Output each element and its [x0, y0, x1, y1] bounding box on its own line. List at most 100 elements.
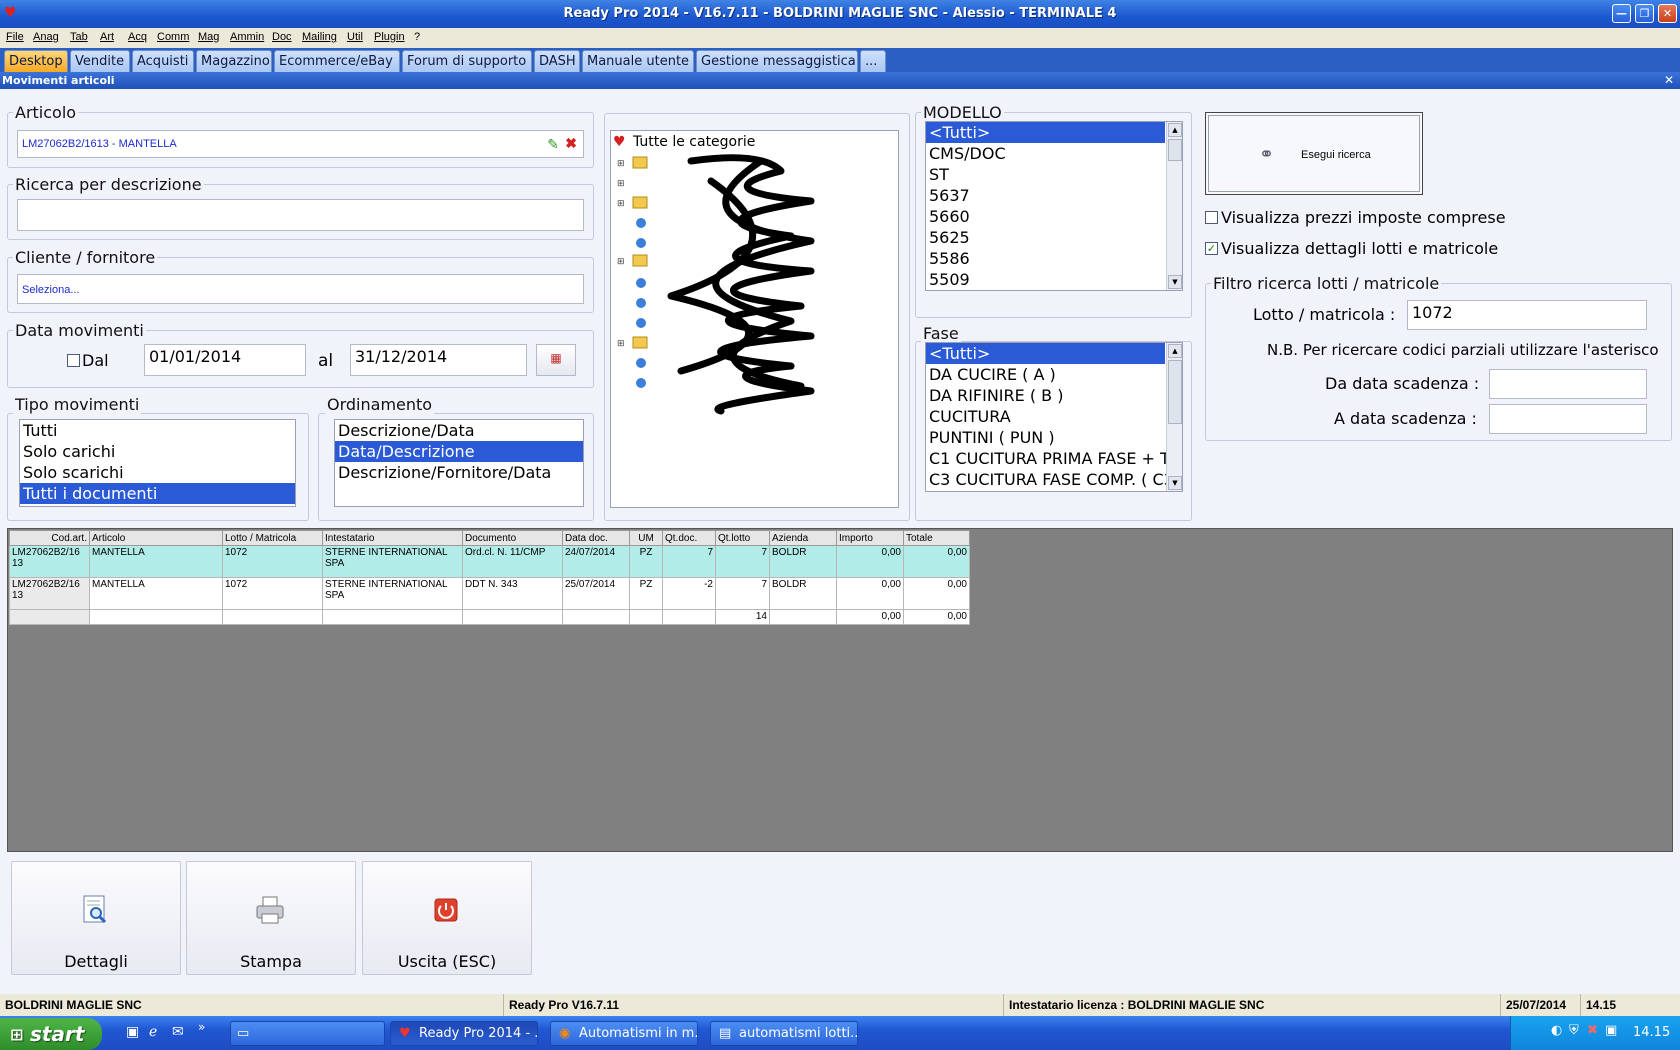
- esegui-ricerca-button[interactable]: ⚭ Esegui ricerca: [1205, 112, 1423, 195]
- tray-network-icon[interactable]: ◐: [1551, 1023, 1562, 1038]
- list-item[interactable]: <Tutti>: [926, 343, 1165, 364]
- scroll-up-icon[interactable]: ▲: [1168, 123, 1182, 137]
- list-item[interactable]: Solo scarichi: [20, 462, 295, 483]
- uscita-button[interactable]: Uscita (ESC): [362, 861, 532, 975]
- restore-button[interactable]: ❐: [1635, 4, 1654, 23]
- tab-more[interactable]: ...: [860, 50, 886, 72]
- modello-list[interactable]: <Tutti> CMS/DOC ST 5637 5660 5625 5586 5…: [925, 121, 1183, 291]
- lotto-input[interactable]: 1072: [1407, 300, 1647, 330]
- scroll-thumb[interactable]: [1168, 360, 1182, 424]
- list-item[interactable]: 5625: [926, 227, 1182, 248]
- menu-doc[interactable]: Doc: [272, 31, 292, 43]
- tab-messaggistica[interactable]: Gestione messaggistica: [696, 50, 858, 72]
- menu-mailing[interactable]: Mailing: [302, 31, 337, 43]
- stampa-button[interactable]: Stampa: [186, 861, 356, 975]
- table-row[interactable]: LM27062B2/16 13 MANTELLA 1072 STERNE INT…: [9, 577, 970, 610]
- menu-acq[interactable]: Acq: [128, 31, 147, 43]
- col-cod-art[interactable]: Cod.art.: [9, 530, 90, 546]
- ricerca-descrizione-input[interactable]: [17, 199, 584, 231]
- col-qt-lotto[interactable]: Qt.lotto: [715, 530, 770, 546]
- a-scadenza-input[interactable]: [1489, 404, 1647, 434]
- menu-ammin[interactable]: Ammin: [230, 31, 264, 43]
- list-item[interactable]: C3 CUCITURA FASE COMP. ( C3: [926, 469, 1182, 490]
- tab-vendite[interactable]: Vendite: [70, 50, 130, 72]
- da-scadenza-input[interactable]: [1489, 369, 1647, 399]
- tray-security-icon[interactable]: ⛨: [1569, 1023, 1579, 1038]
- outlook-icon[interactable]: ✉: [172, 1024, 184, 1040]
- panel-close-icon[interactable]: ✕: [1664, 73, 1674, 87]
- minimize-button[interactable]: —: [1612, 4, 1631, 23]
- col-importo[interactable]: Importo: [836, 530, 904, 546]
- task-word[interactable]: ▤ automatismi lotti....: [710, 1021, 858, 1046]
- list-item[interactable]: Data/Descrizione: [335, 441, 583, 462]
- col-articolo[interactable]: Articolo: [89, 530, 223, 546]
- col-data-doc[interactable]: Data doc.: [562, 530, 630, 546]
- task-firefox[interactable]: ◉ Automatismi in m...: [550, 1021, 698, 1046]
- tray-alert-icon[interactable]: ✖: [1587, 1023, 1598, 1038]
- task-readypro[interactable]: ♥ Ready Pro 2014 - ...: [390, 1021, 538, 1046]
- list-item[interactable]: CUCITURA: [926, 406, 1182, 427]
- date-to-input[interactable]: 31/12/2014: [350, 344, 527, 376]
- list-item[interactable]: 5660: [926, 206, 1182, 227]
- table-row[interactable]: LM27062B2/16 13 MANTELLA 1072 STERNE INT…: [9, 545, 970, 578]
- ordinamento-list[interactable]: Descrizione/Data Data/Descrizione Descri…: [334, 419, 584, 507]
- clear-icon[interactable]: ✖: [565, 135, 577, 152]
- list-item[interactable]: Tutti: [20, 420, 295, 441]
- list-item[interactable]: Solo carichi: [20, 441, 295, 462]
- col-documento[interactable]: Documento: [462, 530, 563, 546]
- close-button[interactable]: ✕: [1658, 4, 1677, 23]
- tray-monitor-icon[interactable]: ▣: [1605, 1023, 1617, 1038]
- cliente-field[interactable]: Seleziona...: [17, 274, 584, 304]
- scroll-up-icon[interactable]: ▲: [1168, 344, 1182, 358]
- list-item[interactable]: 5637: [926, 185, 1182, 206]
- quicklaunch-more-icon[interactable]: »: [198, 1020, 205, 1034]
- tab-desktop[interactable]: Desktop: [4, 50, 68, 72]
- list-item[interactable]: DA CUCIRE ( A ): [926, 364, 1182, 385]
- dal-checkbox[interactable]: [67, 354, 80, 367]
- prezzi-imposte-checkbox[interactable]: [1205, 211, 1218, 224]
- date-from-input[interactable]: 01/01/2014: [144, 344, 306, 376]
- menu-plugin[interactable]: Plugin: [374, 31, 405, 43]
- tab-forum[interactable]: Forum di supporto: [402, 50, 532, 72]
- tab-ecommerce[interactable]: Ecommerce/eBay: [274, 50, 400, 72]
- list-item[interactable]: Descrizione/Data: [335, 420, 583, 441]
- menu-help[interactable]: ?: [414, 31, 420, 43]
- articolo-field[interactable]: LM27062B2/1613 - MANTELLA ✎ ✖: [17, 130, 584, 158]
- list-item[interactable]: PUNTINI ( PUN ): [926, 427, 1182, 448]
- list-item[interactable]: 5509: [926, 269, 1182, 290]
- scroll-thumb[interactable]: [1168, 139, 1182, 161]
- calendar-icon[interactable]: ▦: [536, 344, 576, 376]
- menu-util[interactable]: Util: [347, 31, 363, 43]
- list-item[interactable]: Tutti i documenti: [20, 483, 295, 504]
- desktop-icon[interactable]: ▣: [126, 1024, 139, 1040]
- tab-manuale[interactable]: Manuale utente: [582, 50, 694, 72]
- edit-icon[interactable]: ✎: [547, 136, 559, 153]
- col-azienda[interactable]: Azienda: [769, 530, 837, 546]
- tab-acquisti[interactable]: Acquisti: [132, 50, 194, 72]
- col-qt-doc[interactable]: Qt.doc.: [662, 530, 716, 546]
- menu-mag[interactable]: Mag: [198, 31, 219, 43]
- list-item[interactable]: ST: [926, 164, 1182, 185]
- scroll-down-icon[interactable]: ▼: [1168, 476, 1182, 490]
- menu-art[interactable]: Art: [100, 31, 114, 43]
- fase-scrollbar[interactable]: ▲ ▼: [1166, 343, 1182, 491]
- menu-file[interactable]: File: [6, 31, 24, 43]
- list-item[interactable]: CMS/DOC: [926, 143, 1182, 164]
- task-blank[interactable]: ▭: [230, 1021, 385, 1046]
- modello-scrollbar[interactable]: ▲ ▼: [1166, 122, 1182, 290]
- col-um[interactable]: UM: [629, 530, 663, 546]
- menu-comm[interactable]: Comm: [157, 31, 189, 43]
- tab-magazzino[interactable]: Magazzino: [196, 50, 272, 72]
- start-button[interactable]: ⊞ start: [0, 1018, 102, 1050]
- list-item[interactable]: 5586: [926, 248, 1182, 269]
- list-item[interactable]: DA RIFINIRE ( B ): [926, 385, 1182, 406]
- col-lotto[interactable]: Lotto / Matricola: [222, 530, 323, 546]
- categorie-tree[interactable]: ♥ Tutte le categorie ⊞ ⊞ ⊞ ⊞ ⊞: [610, 130, 899, 508]
- list-item[interactable]: Descrizione/Fornitore/Data: [335, 462, 583, 483]
- menu-anag[interactable]: Anag: [33, 31, 59, 43]
- col-intestatario[interactable]: Intestatario: [322, 530, 463, 546]
- tray-clock[interactable]: 14.15: [1633, 1025, 1670, 1040]
- col-totale[interactable]: Totale: [903, 530, 970, 546]
- list-item[interactable]: <Tutti>: [926, 122, 1165, 143]
- ie-icon[interactable]: ℯ: [149, 1024, 157, 1040]
